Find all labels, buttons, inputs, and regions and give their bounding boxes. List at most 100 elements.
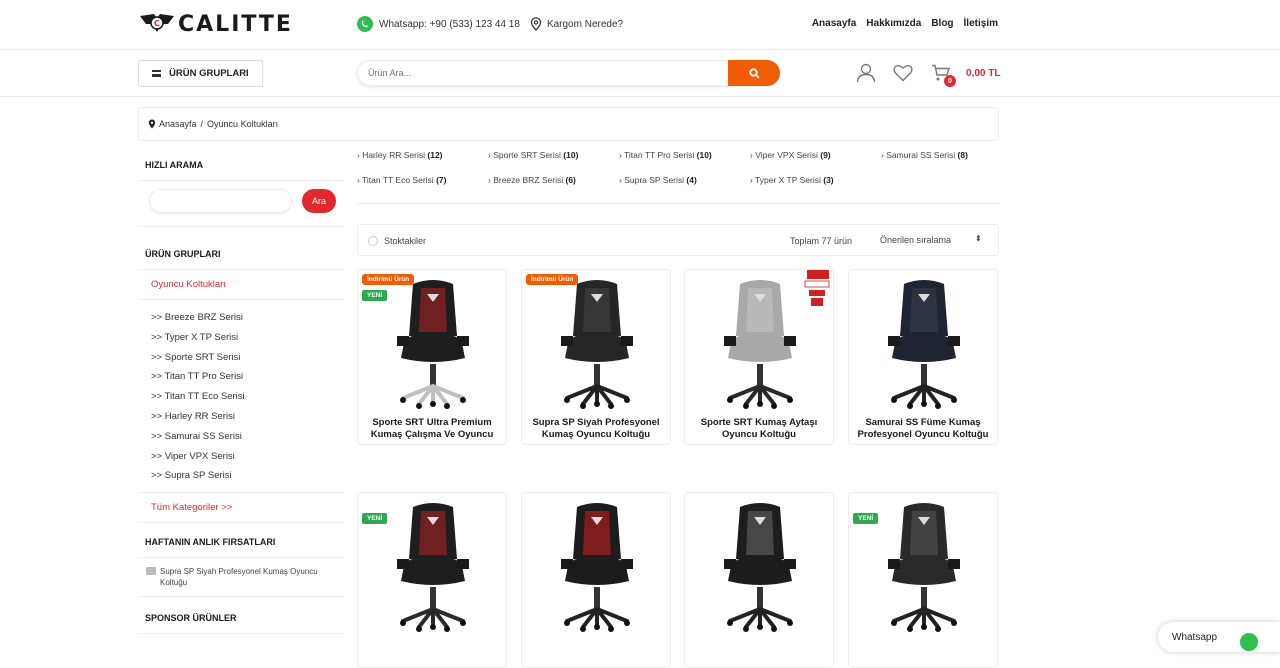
series-link[interactable]: >> Viper VPX Serisi [151,447,331,467]
weekly-deals-title: HAFTANIN ANLIK FIRSATLARI [138,527,344,559]
whatsapp-icon[interactable] [1240,633,1258,651]
series-link[interactable]: >> Supra SP Serisi [151,466,331,486]
product-card[interactable] [521,492,671,668]
nav-about[interactable]: Hakkımızda [866,18,921,29]
cargo-tracking-link[interactable]: Kargom Nerede? [547,19,623,30]
in-stock-label[interactable]: Stoktakiler [384,236,426,246]
product-image[interactable] [547,276,647,416]
series-tag[interactable]: › Samurai SS Serisi (8) [881,150,999,160]
product-image[interactable] [383,276,483,416]
breadcrumb-home[interactable]: Anasayfa [159,119,197,129]
product-card[interactable]: İndirimli Ürün YENİ Sporte SRT Ultra Premi… [357,269,507,445]
quick-search-title: HIZLI ARAMA [138,150,344,181]
product-card[interactable]: İndirimli Ürün Supra SP Siyah Profesyonel… [521,269,671,445]
active-category-link[interactable]: Oyuncu Koltukları [138,270,344,300]
top-navigation: Anasayfa Hakkımızda Blog İletişim [812,18,998,29]
contact-info: Whatsapp: +90 (533) 123 44 18 Kargom Ner… [357,16,623,32]
main-content: › Harley RR Serisi (12) › Sporte SRT Ser… [357,150,999,204]
location-pin-icon [148,119,156,129]
divider [357,203,999,204]
new-badge: YENİ [853,513,879,524]
product-name[interactable]: Samurai SS Füme Kumaş Profesyonel Oyuncu… [855,417,991,440]
product-image[interactable] [547,499,647,639]
breadcrumb-separator: / [200,119,204,129]
camera-icon [146,567,156,576]
filter-bar: Stoktakiler Toplam 77 ürün Önerilen sıra… [357,224,999,256]
sort-select[interactable]: Önerilen sıralama [880,235,951,245]
nav-contact[interactable]: İletişim [964,18,998,29]
series-tag[interactable]: › Sporte SRT Serisi (10) [488,150,619,160]
brand-name: CALITTE [178,11,293,37]
product-card[interactable]: Sporte SRT Kumaş Aytaşı Oyuncu Koltuğu [684,269,834,445]
user-icon[interactable] [856,63,876,83]
brand-logo[interactable]: C CALITTE [138,10,293,38]
new-badge: YENİ [362,513,388,524]
cart-total[interactable]: 0,00 TL [966,68,1000,79]
quick-search: Ara [138,181,344,227]
product-name[interactable]: Sporte SRT Kumaş Aytaşı Oyuncu Koltuğu [691,417,827,440]
product-image[interactable] [874,499,974,639]
logo-emblem-icon: C [140,14,174,32]
series-link[interactable]: >> Samurai SS Serisi [151,427,331,447]
sale-badge: İndirimli Ürün [362,274,415,285]
sort-arrows-icon[interactable]: ⬍ [975,234,982,243]
breadcrumb-current[interactable]: Oyuncu Koltukları [207,119,278,129]
top-bar: C CALITTE Whatsapp: +90 (533) 123 44 18 … [0,0,1280,50]
menu-icon [152,70,161,77]
location-pin-icon [530,17,542,31]
search-button[interactable] [728,60,780,86]
series-link[interactable]: >> Sporte SRT Serisi [151,348,331,368]
nav-blog[interactable]: Blog [931,18,953,29]
favorites-heart-icon[interactable] [893,64,913,82]
series-link[interactable]: >> Titan TT Eco Serisi [151,387,331,407]
product-card[interactable]: YENİ [357,492,507,668]
quick-search-button[interactable]: Ara [302,189,336,213]
series-link[interactable]: >> Breeze BRZ Serisi [151,308,331,328]
product-name[interactable]: Supra SP Siyah Profesyonel Kumaş Oyuncu … [528,417,664,440]
product-card[interactable]: Samurai SS Füme Kumaş Profesyonel Oyuncu… [848,269,998,445]
product-groups-button[interactable]: ÜRÜN GRUPLARI [138,60,263,87]
sponsor-title: SPONSOR ÜRÜNLER [138,603,344,635]
cart-count-badge: 0 [944,75,956,87]
fabric-label-badge [803,270,831,313]
product-groups-label: ÜRÜN GRUPLARI [169,68,249,79]
deal-item[interactable]: Supra SP Siyah Profesyonel Kumaş Oyuncu … [138,558,344,598]
in-stock-radio[interactable] [368,236,378,246]
product-image[interactable] [383,499,483,639]
product-image[interactable] [710,276,810,416]
svg-text:C: C [154,19,160,28]
sidebar: HIZLI ARAMA Ara ÜRÜN GRUPLARI Oyuncu Kol… [138,150,344,635]
product-card[interactable] [684,492,834,668]
series-tag[interactable]: › Breeze BRZ Serisi (6) [488,175,619,185]
breadcrumb: Anasayfa / Oyuncu Koltukları [138,107,999,141]
whatsapp-float-label: Whatsapp [1172,632,1218,643]
whatsapp-float-button[interactable]: Whatsapp [1158,622,1280,652]
series-tag[interactable]: › Typer X TP Serisi (3) [750,175,881,185]
search-input[interactable] [357,60,729,86]
series-tag[interactable]: › Harley RR Serisi (12) [357,150,488,160]
quick-search-input[interactable] [149,189,292,213]
search-icon [748,67,760,79]
product-total: Toplam 77 ürün [790,236,853,246]
product-image[interactable] [710,499,810,639]
deal-item-name: Supra SP Siyah Profesyonel Kumaş Oyuncu … [160,567,318,588]
series-tags: › Harley RR Serisi (12) › Sporte SRT Ser… [357,150,999,185]
sale-badge: İndirimli Ürün [526,274,579,285]
product-name[interactable]: Sporte SRT Ultra Premium Kumaş Çalışma V… [364,417,500,440]
whatsapp-icon[interactable] [357,16,373,32]
series-link[interactable]: >> Typer X TP Serisi [151,328,331,348]
nav-home[interactable]: Anasayfa [812,18,856,29]
product-image[interactable] [874,276,974,416]
whatsapp-number[interactable]: Whatsapp: +90 (533) 123 44 18 [379,19,520,30]
groups-title: ÜRÜN GRUPLARI [138,239,344,270]
product-card[interactable]: YENİ [848,492,998,668]
series-tag[interactable]: › Supra SP Serisi (4) [619,175,750,185]
search-row: ÜRÜN GRUPLARI 0 0,00 TL [0,50,1280,97]
series-link[interactable]: >> Titan TT Pro Serisi [151,367,331,387]
series-tag[interactable]: › Titan TT Eco Serisi (7) [357,175,488,185]
series-list: >> Breeze BRZ Serisi >> Typer X TP Seris… [138,300,344,492]
series-tag[interactable]: › Viper VPX Serisi (9) [750,150,881,160]
series-tag[interactable]: › Titan TT Pro Serisi (10) [619,150,750,160]
series-link[interactable]: >> Harley RR Serisi [151,407,331,427]
all-categories-link[interactable]: Tüm Kategoriler >> [138,492,344,524]
